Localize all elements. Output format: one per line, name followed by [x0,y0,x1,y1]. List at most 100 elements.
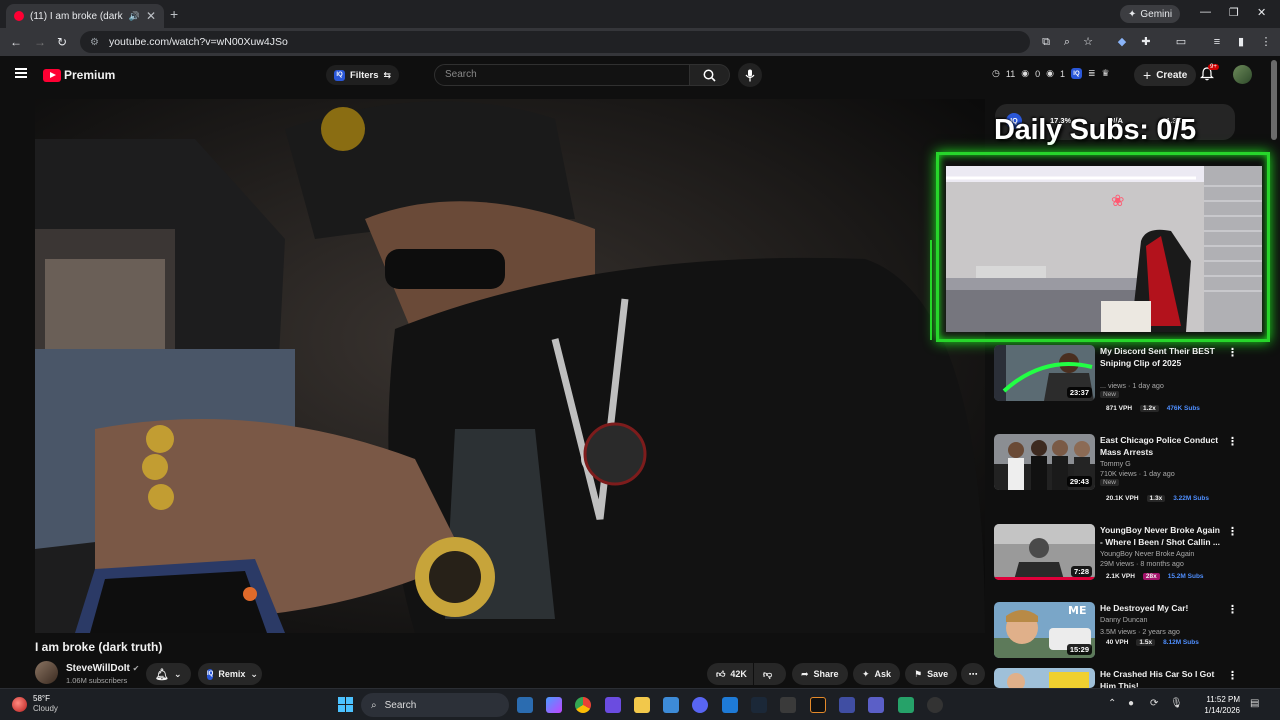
close-tab-icon[interactable]: ✕ [146,9,156,23]
more-options-icon[interactable]: ⋮ [1227,435,1238,448]
minimize-icon[interactable]: — [1200,6,1211,18]
profile-icon[interactable]: ▮ [1235,36,1247,48]
recommendation-item[interactable]: ME 15:29 He Destroyed My Car! Danny Dunc… [994,602,1244,660]
gemini-button[interactable]: ✦ Gemini [1120,5,1181,23]
notification-center-icon[interactable]: ▤ [1250,698,1259,709]
zoom-icon[interactable]: ⌕ [1061,36,1073,48]
chrome-icon[interactable] [575,697,591,713]
channel-subs-value: 476K Subs [1166,405,1200,412]
vidiq-stats[interactable]: ◷ 11 ◉ 0 ◉ 1 IQ ≣ ♛ [992,68,1110,79]
channel-name[interactable]: SteveWillDoIt ✔ [66,663,139,674]
search-icon [703,69,716,82]
media-icon[interactable]: ≡ [1211,36,1223,48]
speaker-icon[interactable]: 🔊 [129,11,140,22]
app-icon-4[interactable] [605,697,621,713]
rec-title[interactable]: He Crashed His Car So I Got Him This! [1100,668,1222,688]
tray-sync-icon[interactable]: ⟳ [1150,698,1158,709]
more-options-icon[interactable]: ⋮ [1227,346,1238,359]
channel-avatar[interactable] [35,661,58,684]
stat-watch: 11 [1005,68,1016,79]
site-info-icon[interactable]: ⚙ [90,37,99,48]
vidiq-header-icon[interactable]: IQ [1070,68,1082,79]
account-avatar[interactable] [1233,65,1252,84]
start-menu-icon[interactable] [338,697,353,712]
more-actions-button[interactable]: ⋯ [961,663,985,685]
bookmark-star-icon[interactable]: ☆ [1082,36,1094,48]
page-scrollbar[interactable] [1271,60,1277,682]
app-icon-11[interactable] [810,697,826,713]
ask-button[interactable]: ✦ Ask [853,663,900,685]
rec-title[interactable]: He Destroyed My Car! [1100,602,1222,614]
dislike-button[interactable]: 👎︎ [754,663,786,685]
recommendation-item[interactable]: 23:37 My Discord Sent Their BEST Sniping… [994,345,1244,403]
like-button[interactable]: 👍︎ 42K [707,663,753,685]
notepad-icon[interactable] [663,697,679,713]
tray-overflow-icon[interactable]: ⌃ [1108,698,1116,709]
search-input[interactable]: Search [434,64,690,86]
more-menu-icon[interactable]: ⋮ [1260,36,1272,48]
rec-title[interactable]: YoungBoy Never Broke Again - Where I Bee… [1100,524,1222,548]
video-thumbnail[interactable]: 29:43 [994,434,1095,490]
filters-button[interactable]: IQ Filters ⇆ [326,65,400,85]
tray-mic-icon[interactable]: 🎙︎ [1170,698,1183,709]
extension-icon[interactable]: ◆ [1116,36,1128,48]
more-options-icon[interactable]: ⋮ [1227,603,1238,616]
rec-channel[interactable]: Tommy G [1100,459,1131,468]
subscribed-bell-button[interactable]: 🔔︎ ⌄ [146,663,191,685]
list-icon[interactable]: ≣ [1088,68,1096,79]
app-icon-8[interactable] [722,697,738,713]
app-icon-12[interactable] [839,697,855,713]
recommendation-item[interactable]: He Crashed His Car So I Got Him This! ⋮ [994,668,1244,688]
trophy-icon[interactable]: ♛ [1102,68,1110,79]
close-window-icon[interactable]: ✕ [1257,6,1266,19]
youtube-play-icon [43,68,61,82]
rec-channel[interactable]: Danny Duncan [1100,615,1148,624]
plus-icon: + [1143,67,1152,83]
copilot-icon[interactable] [546,697,562,713]
more-options-icon[interactable]: ⋮ [1227,525,1238,538]
share-button[interactable]: ➦ Share [792,663,848,685]
more-options-icon[interactable]: ⋮ [1227,669,1238,682]
obs-icon[interactable] [927,697,943,713]
video-thumbnail[interactable]: 7:28 [994,524,1095,580]
taskbar-search[interactable]: ⌕ Search [361,693,509,717]
app-icon-14[interactable] [898,697,914,713]
menu-icon[interactable] [15,68,27,78]
new-tab-button[interactable]: + [170,6,178,22]
search-button[interactable] [690,64,730,86]
sidepanel-icon[interactable]: ▭ [1175,36,1187,48]
discord-icon[interactable] [692,697,708,713]
forward-icon[interactable]: → [34,35,46,49]
extensions-puzzle-icon[interactable]: ✚ [1140,36,1152,48]
video-thumbnail[interactable] [994,668,1095,688]
address-bar[interactable]: ⚙ youtube.com/watch?v=wN00Xuw4JSo [80,31,1030,53]
scrollbar-thumb[interactable] [1271,60,1277,140]
reload-icon[interactable]: ↻ [57,35,67,49]
youtube-logo[interactable]: Premium [43,68,115,82]
video-thumbnail[interactable]: 23:37 [994,345,1095,401]
windows-taskbar: 58°F Cloudy ⌕ Search ⌃ ● ⟳ 🎙︎ 11:52 PM 1… [0,688,1280,720]
video-thumbnail[interactable]: ME 15:29 [994,602,1095,658]
app-icon-1[interactable] [517,697,533,713]
app-icon-10[interactable] [780,697,796,713]
back-icon[interactable]: ← [10,35,22,49]
video-player[interactable] [35,99,985,633]
recommendation-item[interactable]: 29:43 East Chicago Police Conduct Mass A… [994,434,1244,492]
weather-widget[interactable]: 58°F Cloudy [12,694,58,714]
rec-title[interactable]: East Chicago Police Conduct Mass Arrests [1100,434,1222,458]
create-button[interactable]: + Create [1134,64,1197,86]
system-clock[interactable]: 11:52 PM 1/14/2026 [1196,694,1240,716]
teams-icon[interactable] [868,697,884,713]
file-explorer-icon[interactable] [634,697,650,713]
chevron-down-icon: ⌄ [173,668,182,679]
rec-title[interactable]: My Discord Sent Their BEST Sniping Clip … [1100,345,1222,369]
restore-icon[interactable]: ❐ [1229,6,1239,19]
remix-button[interactable]: IQ Remix ⌄ [198,663,262,685]
save-button[interactable]: ⚑ Save [905,663,957,685]
install-icon[interactable]: ⧉ [1040,36,1052,48]
voice-search-button[interactable] [738,63,762,87]
browser-tab[interactable]: (11) I am broke (dark truth) 🔊 ✕ [6,4,164,28]
steam-icon[interactable] [751,697,767,713]
tray-app-icon[interactable]: ● [1128,698,1134,709]
rec-channel[interactable]: YoungBoy Never Broke Again [1100,549,1194,558]
